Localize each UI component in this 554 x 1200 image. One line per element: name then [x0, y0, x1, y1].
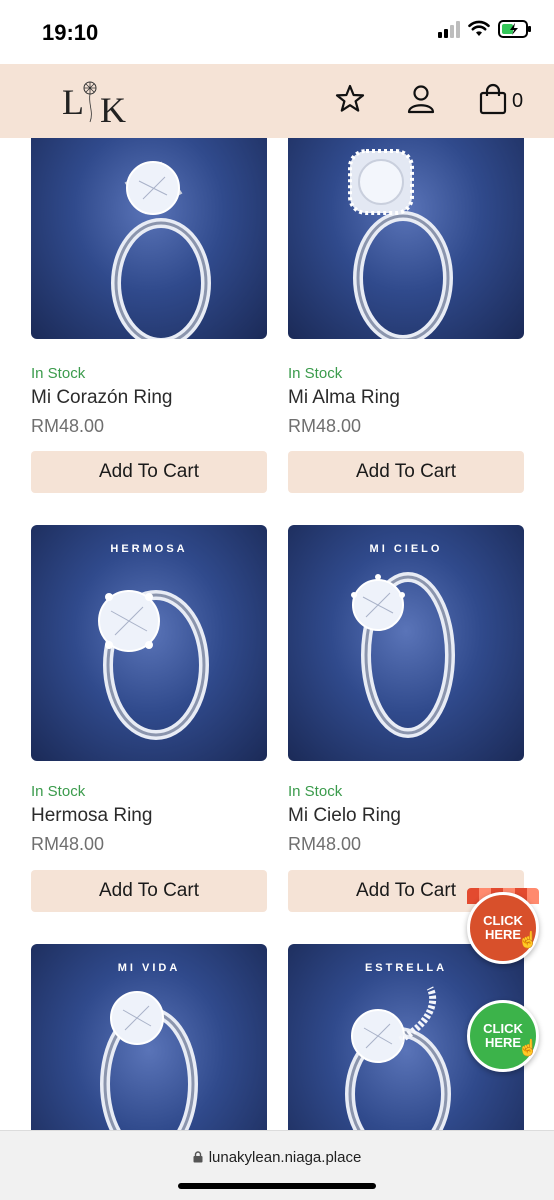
image-caption: HERMOSA [110, 543, 188, 555]
product-image[interactable]: HERMOSA [31, 525, 267, 761]
image-caption: ESTRELLA [364, 962, 448, 974]
product-name[interactable]: Mi Alma Ring [288, 387, 400, 409]
status-icons [438, 20, 532, 38]
wifi-icon [468, 20, 490, 36]
product-image[interactable]: MI VIDA [31, 944, 267, 1130]
pointer-hand-icon: ☝ [518, 932, 538, 949]
product-price: RM48.00 [288, 834, 362, 854]
lock-icon [193, 1151, 203, 1163]
status-time: 19:10 [42, 20, 99, 45]
stock-status: In Stock [288, 365, 343, 382]
image-caption: MI VIDA [117, 962, 181, 974]
stock-status: In Stock [31, 783, 86, 800]
shopping-bag-icon[interactable] [476, 82, 510, 116]
product-price: RM48.00 [31, 416, 105, 436]
product-grid: In Stock Mi Corazón Ring RM48.00 Add To … [0, 138, 554, 1130]
svg-text:K: K [100, 90, 126, 126]
product-name[interactable]: Hermosa Ring [31, 805, 152, 827]
add-to-cart-button[interactable]: Add To Cart [31, 870, 267, 912]
product-price: RM48.00 [288, 416, 362, 436]
product-name[interactable]: Mi Corazón Ring [31, 387, 173, 409]
battery-charging-icon [498, 20, 531, 38]
wishlist-star-icon[interactable] [333, 82, 367, 116]
svg-text:L: L [62, 82, 84, 122]
brand-logo[interactable]: L K [60, 76, 140, 126]
click-here-red-button[interactable]: CLICK HERE [467, 892, 539, 964]
product-name[interactable]: Mi Cielo Ring [288, 805, 401, 827]
product-image[interactable] [288, 138, 524, 339]
stock-status: In Stock [31, 365, 86, 382]
site-header: L K 0 [0, 64, 554, 138]
cellular-signal-icon [438, 20, 460, 38]
url-display[interactable]: lunakylean.niaga.place [0, 1149, 554, 1166]
cart-count: 0 [512, 90, 524, 112]
pointer-hand-icon: ☝ [518, 1040, 538, 1057]
account-icon[interactable] [404, 82, 438, 116]
home-indicator [178, 1183, 376, 1189]
browser-url-bar[interactable]: lunakylean.niaga.place [0, 1130, 554, 1200]
product-image[interactable]: MI CIELO [288, 525, 524, 761]
image-caption: MI CIELO [369, 543, 443, 555]
status-bar: 19:10 [0, 0, 554, 64]
product-image[interactable] [31, 138, 267, 339]
url-text: lunakylean.niaga.place [208, 1149, 362, 1166]
add-to-cart-button[interactable]: Add To Cart [288, 451, 524, 493]
click-here-green-button[interactable]: CLICK HERE [467, 1000, 539, 1072]
stock-status: In Stock [288, 783, 343, 800]
add-to-cart-button[interactable]: Add To Cart [31, 451, 267, 493]
product-price: RM48.00 [31, 834, 105, 854]
